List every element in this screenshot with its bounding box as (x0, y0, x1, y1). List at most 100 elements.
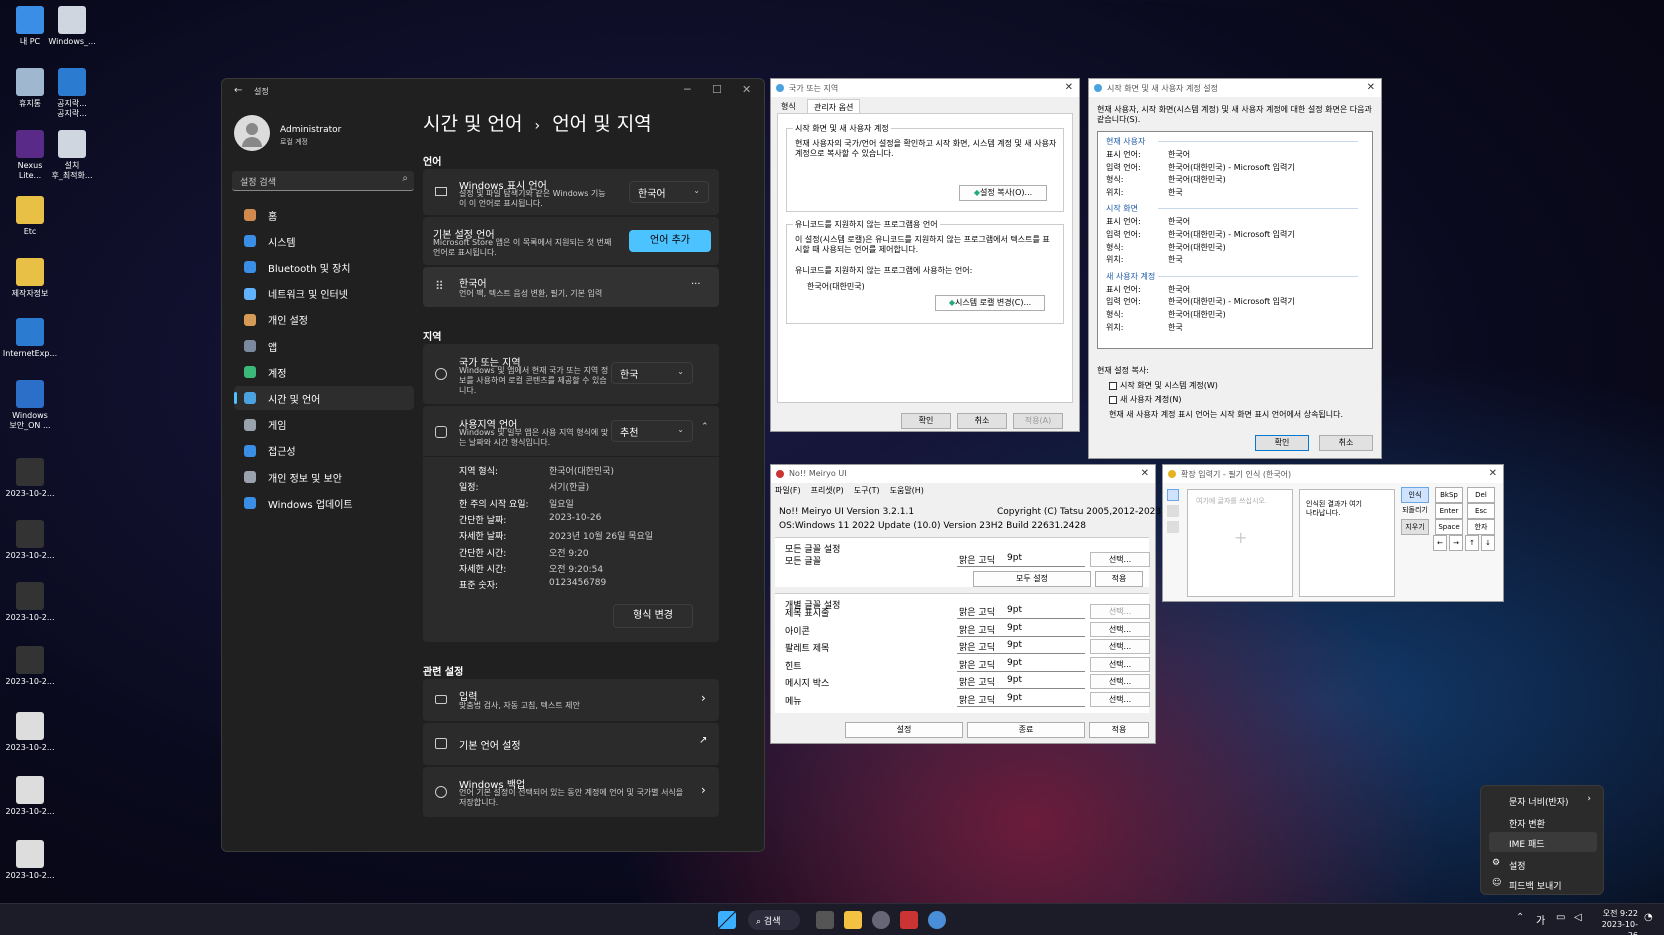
writing-area[interactable]: 여기에 글자를 쓰십시오. + (1187, 489, 1293, 597)
menu-item-hanja[interactable]: 한자 변환 (1489, 812, 1597, 832)
close-icon[interactable]: ✕ (1065, 82, 1073, 93)
sidebar-item-apps[interactable]: 앱 (234, 334, 414, 358)
menu-item[interactable]: 도구(T) (854, 486, 880, 495)
copy-settings-button[interactable]: ◆설정 복사(O)... (959, 185, 1047, 201)
more-options-icon[interactable]: ··· (691, 279, 701, 290)
regional-format-select[interactable]: 추천 ⌄ (611, 420, 693, 442)
select-font-button[interactable]: 선택... (1090, 639, 1150, 655)
close-icon[interactable]: ✕ (742, 83, 751, 96)
ok-button[interactable]: 확인 (901, 413, 951, 429)
search-button[interactable]: ⌕ 검색 (748, 910, 800, 930)
exit-button[interactable]: 종료 (967, 722, 1085, 738)
key-button[interactable]: Enter (1435, 503, 1463, 519)
network-icon[interactable]: ▭ (1556, 912, 1565, 923)
chevron-up-icon[interactable]: ⌃ (701, 422, 709, 432)
tab-formats[interactable]: 형식 (781, 101, 796, 112)
select-font-button[interactable]: 선택... (1090, 552, 1150, 567)
add-language-button[interactable]: 언어 추가 (629, 230, 711, 252)
set-all-button[interactable]: 모두 설정 (973, 571, 1091, 587)
radical-icon[interactable] (1167, 521, 1179, 533)
sidebar-item-system[interactable]: 시스템 (234, 229, 414, 253)
close-icon[interactable]: ✕ (1489, 468, 1497, 479)
menu-item-feedback[interactable]: ☺ 피드백 보내기 (1489, 874, 1597, 894)
checkbox-welcome-screen[interactable]: 시작 화면 및 시스템 계정(W) (1109, 380, 1218, 391)
desktop-icon[interactable]: 2023-10-2... (0, 776, 60, 817)
search-input[interactable]: 설정 검색 ⌕ (232, 171, 414, 191)
set-button[interactable]: 설정 (845, 722, 963, 738)
country-select[interactable]: 한국 ⌄ (611, 362, 693, 384)
close-icon[interactable]: ✕ (1367, 82, 1375, 93)
task-view-icon[interactable] (816, 911, 834, 929)
admin-language-link[interactable]: 기본 언어 설정 ↗ (423, 723, 719, 765)
settings-icon[interactable] (872, 911, 890, 929)
cancel-button[interactable]: 취소 (957, 413, 1007, 429)
select-font-button[interactable]: 선택... (1090, 674, 1150, 690)
recognize-button[interactable]: 인식 (1401, 487, 1429, 503)
sidebar-item-gaming[interactable]: 게임 (234, 413, 414, 437)
desktop-icon[interactable]: 2023-10-2... (0, 458, 60, 499)
sidebar-item-home[interactable]: 홈 (234, 203, 414, 227)
menu-item-settings[interactable]: ⚙ 설정 (1489, 854, 1597, 874)
result-area[interactable]: 인식된 결과가 여기 나타납니다. (1299, 489, 1395, 597)
apply-button[interactable]: 적용(A) (1013, 413, 1063, 429)
menu-item-char-width[interactable]: 문자 너비(반자) › (1489, 790, 1597, 810)
key-button[interactable]: ↑ (1465, 535, 1479, 551)
chevron-up-icon[interactable]: ⌃ (1516, 912, 1524, 923)
breadcrumb-parent[interactable]: 시간 및 언어 (423, 113, 522, 135)
cancel-button[interactable]: 취소 (1319, 435, 1373, 451)
select-font-button[interactable]: 선택... (1090, 656, 1150, 672)
back-icon[interactable]: ← (234, 85, 242, 96)
key-button[interactable]: Del (1467, 487, 1495, 503)
input-settings-link[interactable]: 입력 맞춤법 검사, 자동 고침, 텍스트 제안 › (423, 679, 719, 721)
select-font-button[interactable]: 선택... (1090, 604, 1150, 619)
change-format-button[interactable]: 형식 변경 (613, 604, 693, 628)
notification-icon[interactable]: ◔ (1644, 912, 1653, 923)
desktop-icon[interactable]: 2023-10-2... (0, 520, 60, 561)
desktop-icon[interactable]: Etc (0, 196, 60, 237)
desktop-icon[interactable]: InternetExp... (0, 318, 60, 359)
change-system-locale-button[interactable]: ◆시스템 로캘 변경(C)... (935, 295, 1045, 311)
sidebar-item-bluetooth[interactable]: Bluetooth 및 장치 (234, 255, 414, 279)
minimize-icon[interactable]: ─ (684, 83, 691, 96)
avatar[interactable] (234, 115, 270, 151)
desktop-icon[interactable]: 설치 후_최적화... (42, 130, 102, 181)
meiryo-icon[interactable] (900, 911, 918, 929)
desktop-icon[interactable]: 2023-10-2... (0, 646, 60, 687)
start-icon[interactable] (718, 911, 736, 929)
clock[interactable]: 오전 9:222023-10-26 (1596, 908, 1638, 935)
key-button[interactable]: ← (1433, 535, 1447, 551)
language-korean-row[interactable]: ⠿ 한국어 언어 팩, 텍스트 음성 변환, 필기, 기본 입력 ··· (423, 267, 719, 307)
apply-button[interactable]: 적용 (1089, 722, 1149, 738)
drag-handle-icon[interactable]: ⠿ (435, 279, 444, 293)
checkbox-new-user[interactable]: 새 사용자 계정(N) (1109, 394, 1181, 405)
key-button[interactable]: Esc (1467, 503, 1495, 519)
desktop-icon[interactable]: 2023-10-2... (0, 712, 60, 753)
key-button[interactable]: ↓ (1481, 535, 1495, 551)
region-icon[interactable] (928, 911, 946, 929)
handwriting-tool-icon[interactable] (1167, 489, 1179, 501)
key-button[interactable]: 한자 (1467, 519, 1495, 535)
desktop-icon[interactable]: 2023-10-2... (0, 840, 60, 881)
select-font-button[interactable]: 선택... (1090, 692, 1150, 707)
select-font-button[interactable]: 선택... (1090, 621, 1150, 637)
maximize-icon[interactable]: ☐ (712, 83, 722, 96)
desktop-icon[interactable]: 2023-10-2... (0, 582, 60, 623)
windows-backup-link[interactable]: Windows 백업 언어 기본 설정이 선택되어 있는 동안 계정에 언어 및… (423, 767, 719, 817)
sidebar-item-personalization[interactable]: 개인 설정 (234, 308, 414, 332)
key-button[interactable]: Space (1435, 519, 1463, 535)
menu-item[interactable]: 프리셋(P) (811, 486, 844, 495)
sidebar-item-windows-update[interactable]: Windows 업데이트 (234, 491, 414, 515)
close-icon[interactable]: ✕ (1141, 468, 1149, 479)
menu-item-ime-pad[interactable]: IME 패드 (1489, 832, 1597, 852)
key-button[interactable]: → (1449, 535, 1463, 551)
sidebar-item-privacy[interactable]: 개인 정보 및 보안 (234, 465, 414, 489)
sidebar-item-accessibility[interactable]: 접근성 (234, 439, 414, 463)
menu-item[interactable]: 도움말(H) (890, 486, 924, 495)
desktop-icon[interactable]: Windows_... (42, 6, 102, 47)
ok-button[interactable]: 확인 (1255, 435, 1309, 451)
desktop-icon[interactable]: 제작자정보 (0, 258, 60, 299)
undo-button[interactable]: 되돌리기 (1401, 503, 1429, 517)
clear-button[interactable]: 지우기 (1401, 519, 1429, 535)
volume-icon[interactable]: ◁ (1574, 912, 1582, 923)
sidebar-item-accounts[interactable]: 계정 (234, 360, 414, 384)
